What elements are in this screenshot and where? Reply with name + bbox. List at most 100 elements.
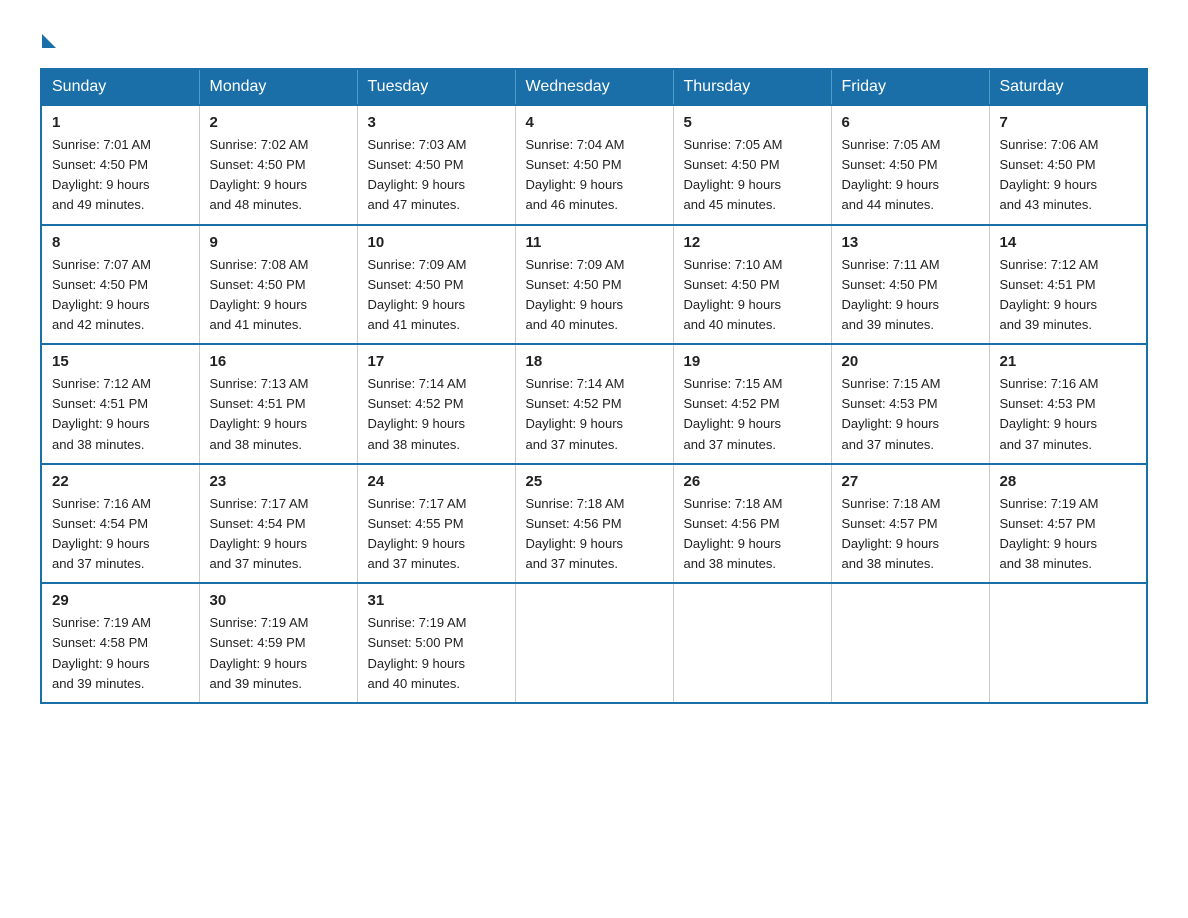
day-number: 2 bbox=[210, 114, 347, 131]
day-number: 19 bbox=[684, 353, 821, 370]
day-number: 28 bbox=[1000, 473, 1137, 490]
day-cell: 3 Sunrise: 7:03 AM Sunset: 4:50 PM Dayli… bbox=[357, 105, 515, 225]
day-number: 29 bbox=[52, 592, 189, 609]
day-info: Sunrise: 7:14 AM Sunset: 4:52 PM Dayligh… bbox=[368, 374, 505, 455]
day-info: Sunrise: 7:16 AM Sunset: 4:54 PM Dayligh… bbox=[52, 494, 189, 575]
day-number: 12 bbox=[684, 234, 821, 251]
day-number: 15 bbox=[52, 353, 189, 370]
day-cell: 7 Sunrise: 7:06 AM Sunset: 4:50 PM Dayli… bbox=[989, 105, 1147, 225]
day-number: 7 bbox=[1000, 114, 1137, 131]
day-number: 11 bbox=[526, 234, 663, 251]
header-monday: Monday bbox=[199, 69, 357, 105]
day-number: 4 bbox=[526, 114, 663, 131]
day-number: 27 bbox=[842, 473, 979, 490]
day-cell: 10 Sunrise: 7:09 AM Sunset: 4:50 PM Dayl… bbox=[357, 225, 515, 345]
day-number: 16 bbox=[210, 353, 347, 370]
day-number: 17 bbox=[368, 353, 505, 370]
day-info: Sunrise: 7:13 AM Sunset: 4:51 PM Dayligh… bbox=[210, 374, 347, 455]
day-info: Sunrise: 7:02 AM Sunset: 4:50 PM Dayligh… bbox=[210, 135, 347, 216]
day-info: Sunrise: 7:19 AM Sunset: 4:58 PM Dayligh… bbox=[52, 613, 189, 694]
day-info: Sunrise: 7:01 AM Sunset: 4:50 PM Dayligh… bbox=[52, 135, 189, 216]
header-tuesday: Tuesday bbox=[357, 69, 515, 105]
day-cell: 13 Sunrise: 7:11 AM Sunset: 4:50 PM Dayl… bbox=[831, 225, 989, 345]
day-number: 10 bbox=[368, 234, 505, 251]
day-cell: 17 Sunrise: 7:14 AM Sunset: 4:52 PM Dayl… bbox=[357, 344, 515, 464]
calendar-table: SundayMondayTuesdayWednesdayThursdayFrid… bbox=[40, 68, 1148, 704]
day-number: 1 bbox=[52, 114, 189, 131]
day-info: Sunrise: 7:16 AM Sunset: 4:53 PM Dayligh… bbox=[1000, 374, 1137, 455]
calendar-header-row: SundayMondayTuesdayWednesdayThursdayFrid… bbox=[41, 69, 1147, 105]
week-row-3: 15 Sunrise: 7:12 AM Sunset: 4:51 PM Dayl… bbox=[41, 344, 1147, 464]
day-cell bbox=[673, 583, 831, 703]
day-cell: 24 Sunrise: 7:17 AM Sunset: 4:55 PM Dayl… bbox=[357, 464, 515, 584]
day-cell: 23 Sunrise: 7:17 AM Sunset: 4:54 PM Dayl… bbox=[199, 464, 357, 584]
day-info: Sunrise: 7:04 AM Sunset: 4:50 PM Dayligh… bbox=[526, 135, 663, 216]
day-info: Sunrise: 7:19 AM Sunset: 4:57 PM Dayligh… bbox=[1000, 494, 1137, 575]
day-number: 3 bbox=[368, 114, 505, 131]
header-friday: Friday bbox=[831, 69, 989, 105]
day-number: 21 bbox=[1000, 353, 1137, 370]
day-info: Sunrise: 7:08 AM Sunset: 4:50 PM Dayligh… bbox=[210, 255, 347, 336]
day-cell: 30 Sunrise: 7:19 AM Sunset: 4:59 PM Dayl… bbox=[199, 583, 357, 703]
day-number: 23 bbox=[210, 473, 347, 490]
day-info: Sunrise: 7:18 AM Sunset: 4:56 PM Dayligh… bbox=[526, 494, 663, 575]
day-cell: 14 Sunrise: 7:12 AM Sunset: 4:51 PM Dayl… bbox=[989, 225, 1147, 345]
day-cell: 11 Sunrise: 7:09 AM Sunset: 4:50 PM Dayl… bbox=[515, 225, 673, 345]
day-info: Sunrise: 7:12 AM Sunset: 4:51 PM Dayligh… bbox=[52, 374, 189, 455]
page-header bbox=[40, 30, 1148, 48]
day-info: Sunrise: 7:19 AM Sunset: 4:59 PM Dayligh… bbox=[210, 613, 347, 694]
day-cell bbox=[515, 583, 673, 703]
day-info: Sunrise: 7:17 AM Sunset: 4:55 PM Dayligh… bbox=[368, 494, 505, 575]
day-info: Sunrise: 7:19 AM Sunset: 5:00 PM Dayligh… bbox=[368, 613, 505, 694]
day-cell: 22 Sunrise: 7:16 AM Sunset: 4:54 PM Dayl… bbox=[41, 464, 199, 584]
day-number: 31 bbox=[368, 592, 505, 609]
day-cell bbox=[989, 583, 1147, 703]
day-number: 24 bbox=[368, 473, 505, 490]
day-number: 30 bbox=[210, 592, 347, 609]
day-info: Sunrise: 7:18 AM Sunset: 4:57 PM Dayligh… bbox=[842, 494, 979, 575]
logo-triangle-icon bbox=[42, 34, 56, 48]
day-info: Sunrise: 7:06 AM Sunset: 4:50 PM Dayligh… bbox=[1000, 135, 1137, 216]
day-cell: 31 Sunrise: 7:19 AM Sunset: 5:00 PM Dayl… bbox=[357, 583, 515, 703]
logo bbox=[40, 30, 56, 48]
day-info: Sunrise: 7:09 AM Sunset: 4:50 PM Dayligh… bbox=[368, 255, 505, 336]
day-number: 26 bbox=[684, 473, 821, 490]
day-number: 22 bbox=[52, 473, 189, 490]
day-number: 5 bbox=[684, 114, 821, 131]
day-cell: 8 Sunrise: 7:07 AM Sunset: 4:50 PM Dayli… bbox=[41, 225, 199, 345]
day-info: Sunrise: 7:10 AM Sunset: 4:50 PM Dayligh… bbox=[684, 255, 821, 336]
header-sunday: Sunday bbox=[41, 69, 199, 105]
day-number: 14 bbox=[1000, 234, 1137, 251]
day-number: 13 bbox=[842, 234, 979, 251]
week-row-5: 29 Sunrise: 7:19 AM Sunset: 4:58 PM Dayl… bbox=[41, 583, 1147, 703]
day-cell: 27 Sunrise: 7:18 AM Sunset: 4:57 PM Dayl… bbox=[831, 464, 989, 584]
header-saturday: Saturday bbox=[989, 69, 1147, 105]
day-cell: 6 Sunrise: 7:05 AM Sunset: 4:50 PM Dayli… bbox=[831, 105, 989, 225]
day-info: Sunrise: 7:11 AM Sunset: 4:50 PM Dayligh… bbox=[842, 255, 979, 336]
day-cell: 18 Sunrise: 7:14 AM Sunset: 4:52 PM Dayl… bbox=[515, 344, 673, 464]
day-info: Sunrise: 7:15 AM Sunset: 4:53 PM Dayligh… bbox=[842, 374, 979, 455]
day-number: 20 bbox=[842, 353, 979, 370]
day-info: Sunrise: 7:18 AM Sunset: 4:56 PM Dayligh… bbox=[684, 494, 821, 575]
day-number: 25 bbox=[526, 473, 663, 490]
day-cell: 15 Sunrise: 7:12 AM Sunset: 4:51 PM Dayl… bbox=[41, 344, 199, 464]
day-cell: 2 Sunrise: 7:02 AM Sunset: 4:50 PM Dayli… bbox=[199, 105, 357, 225]
day-cell: 1 Sunrise: 7:01 AM Sunset: 4:50 PM Dayli… bbox=[41, 105, 199, 225]
day-info: Sunrise: 7:15 AM Sunset: 4:52 PM Dayligh… bbox=[684, 374, 821, 455]
day-cell: 16 Sunrise: 7:13 AM Sunset: 4:51 PM Dayl… bbox=[199, 344, 357, 464]
day-number: 6 bbox=[842, 114, 979, 131]
day-info: Sunrise: 7:17 AM Sunset: 4:54 PM Dayligh… bbox=[210, 494, 347, 575]
week-row-4: 22 Sunrise: 7:16 AM Sunset: 4:54 PM Dayl… bbox=[41, 464, 1147, 584]
day-cell: 21 Sunrise: 7:16 AM Sunset: 4:53 PM Dayl… bbox=[989, 344, 1147, 464]
day-info: Sunrise: 7:09 AM Sunset: 4:50 PM Dayligh… bbox=[526, 255, 663, 336]
day-cell: 20 Sunrise: 7:15 AM Sunset: 4:53 PM Dayl… bbox=[831, 344, 989, 464]
day-cell: 25 Sunrise: 7:18 AM Sunset: 4:56 PM Dayl… bbox=[515, 464, 673, 584]
day-cell: 28 Sunrise: 7:19 AM Sunset: 4:57 PM Dayl… bbox=[989, 464, 1147, 584]
day-info: Sunrise: 7:05 AM Sunset: 4:50 PM Dayligh… bbox=[684, 135, 821, 216]
day-cell: 5 Sunrise: 7:05 AM Sunset: 4:50 PM Dayli… bbox=[673, 105, 831, 225]
header-wednesday: Wednesday bbox=[515, 69, 673, 105]
day-info: Sunrise: 7:12 AM Sunset: 4:51 PM Dayligh… bbox=[1000, 255, 1137, 336]
day-info: Sunrise: 7:05 AM Sunset: 4:50 PM Dayligh… bbox=[842, 135, 979, 216]
day-cell: 26 Sunrise: 7:18 AM Sunset: 4:56 PM Dayl… bbox=[673, 464, 831, 584]
day-cell: 12 Sunrise: 7:10 AM Sunset: 4:50 PM Dayl… bbox=[673, 225, 831, 345]
